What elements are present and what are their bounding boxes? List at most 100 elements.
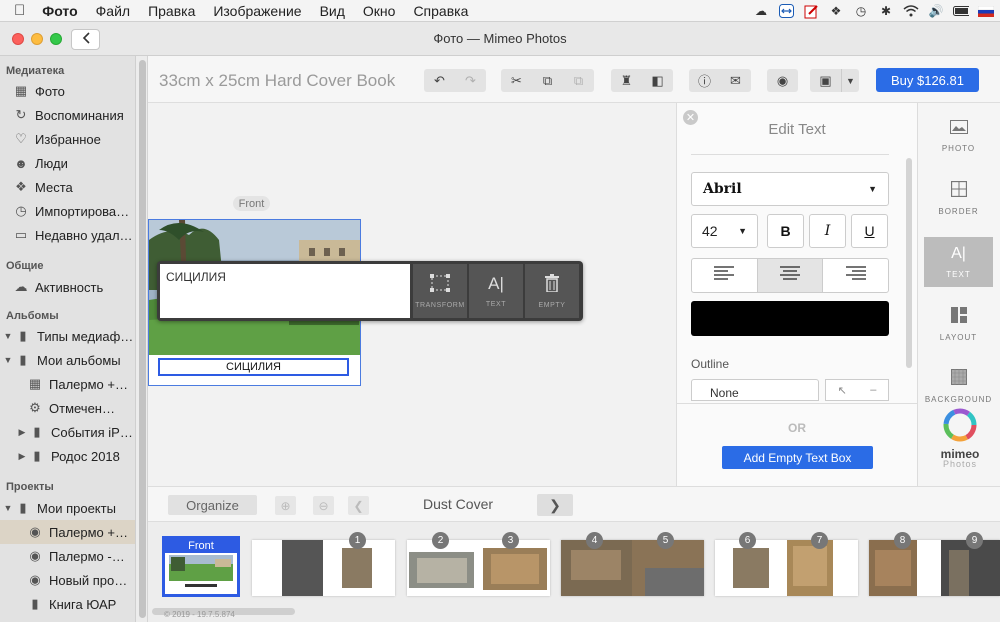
sidebar-item-label: Избранное	[35, 131, 101, 147]
thumbnail-spread-4[interactable]	[715, 540, 858, 596]
sidebar-item-recently-deleted[interactable]: ▭ Недавно удал…	[0, 223, 135, 247]
apple-menu-icon[interactable]: 	[0, 2, 33, 19]
sidebar-item-activity[interactable]: ☁ Активность	[0, 275, 135, 299]
add-empty-text-box-button[interactable]: Add Empty Text Box	[722, 446, 873, 469]
sidebar-scroll-thumb[interactable]	[139, 60, 146, 618]
caption-text-input[interactable]: СИЦИЛИЯ	[160, 264, 410, 318]
menu-edit[interactable]: Правка	[139, 3, 204, 19]
sidebar-item-photos[interactable]: ▦ Фото	[0, 79, 135, 103]
sidebar-item-rhodes[interactable]: ▶ ▮ Родос 2018	[0, 444, 135, 468]
sidebar-item-events[interactable]: ▶ ▮ События iP…	[0, 420, 135, 444]
undo-icon[interactable]: ↶	[424, 69, 455, 92]
thumbnail-front[interactable]: Front	[162, 536, 240, 597]
sidebar-item-imports[interactable]: ◷ Импортирова…	[0, 199, 135, 223]
thumbnail-spread-1[interactable]	[252, 540, 395, 596]
creative-cloud-icon[interactable]: ☁	[753, 4, 769, 18]
thumbnail-image	[715, 540, 858, 596]
thumbnail-spread-3[interactable]	[561, 540, 704, 596]
comment-icon[interactable]: ✉	[720, 69, 751, 92]
italic-button[interactable]: I	[809, 214, 846, 248]
align-center-button[interactable]	[757, 259, 824, 292]
sidebar-item-project-new[interactable]: ◉ Новый про…	[0, 568, 135, 592]
transform-button[interactable]: TRANSFORM	[413, 264, 467, 318]
bluetooth-icon[interactable]: ✱	[878, 4, 894, 18]
sidebar-item-people[interactable]: ☻ Люди	[0, 151, 135, 175]
mimeo-logo-icon	[943, 408, 977, 445]
empty-button[interactable]: EMPTY	[525, 264, 579, 318]
buy-button[interactable]: Buy $126.81	[876, 68, 979, 92]
wifi-icon[interactable]	[903, 4, 919, 18]
cover-caption-textbox[interactable]: СИЦИЛИЯ	[158, 358, 349, 376]
underline-button[interactable]: U	[851, 214, 888, 248]
menu-file[interactable]: Файл	[87, 3, 139, 19]
prev-page-button[interactable]: ❮	[348, 496, 369, 515]
menu-window[interactable]: Окно	[354, 3, 405, 19]
disclosure-down-icon[interactable]: ▼	[2, 331, 14, 341]
copy-icon[interactable]: ⧉	[532, 69, 563, 92]
flag-ru-icon[interactable]	[978, 4, 994, 18]
outline-options-button[interactable]: ↖ –	[825, 379, 889, 401]
photos-library-icon: ▦	[14, 83, 28, 98]
panel-scrollbar[interactable]	[906, 158, 912, 368]
font-select[interactable]: Abril ▼	[691, 172, 889, 206]
sidebar-item-album-palermo[interactable]: ▦ Палермо +…	[0, 372, 135, 396]
sidebar-item-media-types[interactable]: ▼ ▮ Типы медиаф…	[0, 324, 135, 348]
preview-eye-icon[interactable]: ◉	[767, 69, 798, 92]
thumbnail-spread-5[interactable]	[869, 540, 1000, 596]
or-label: OR	[788, 421, 806, 435]
menu-photos[interactable]: Фото	[33, 3, 86, 19]
layout-tool[interactable]: LAYOUT	[924, 299, 993, 349]
disclosure-down-icon[interactable]: ▼	[2, 503, 14, 513]
text-button[interactable]: A| TEXT	[469, 264, 523, 318]
add-page-button[interactable]: ⊕	[275, 496, 296, 515]
sidebar-item-project-palermo-plus[interactable]: ◉ Палермо +…	[0, 520, 135, 544]
remove-page-button[interactable]: ⊖	[313, 496, 334, 515]
sidebar-item-album-marked[interactable]: ⚙ Отмечен…	[0, 396, 135, 420]
menu-help[interactable]: Справка	[404, 3, 477, 19]
align-right-icon	[845, 266, 866, 285]
background-tool[interactable]: BACKGROUND	[924, 361, 993, 411]
sidebar-scrollbar[interactable]	[137, 56, 148, 622]
save-dropdown-icon[interactable]: ▼	[841, 69, 859, 92]
organize-button[interactable]: Organize	[168, 495, 257, 515]
heart-icon: ♡	[15, 131, 27, 146]
thumbnail-spread-2[interactable]	[407, 540, 550, 596]
dropbox-icon[interactable]: ❖	[828, 4, 844, 18]
disclosure-right-icon[interactable]: ▶	[16, 427, 28, 438]
bold-button[interactable]: B	[767, 214, 804, 248]
sidebar-item-label: Импортирова…	[35, 203, 130, 219]
teamviewer-icon[interactable]	[778, 4, 794, 18]
info-icon[interactable]: ⓘ	[689, 69, 720, 92]
disclosure-right-icon[interactable]: ▶	[16, 451, 28, 462]
sidebar-item-memories[interactable]: ↻ Воспоминания	[0, 103, 135, 127]
page-number-badge: 7	[811, 532, 828, 549]
brush-icon[interactable]: ♜	[611, 69, 642, 92]
sidebar-item-places[interactable]: ❖ Места	[0, 175, 135, 199]
align-right-button[interactable]	[823, 259, 888, 292]
battery-icon[interactable]	[953, 4, 969, 18]
menu-view[interactable]: Вид	[311, 3, 354, 19]
text-tool[interactable]: A| TEXT	[924, 237, 993, 287]
save-icon[interactable]: ▣	[810, 69, 841, 92]
cut-icon[interactable]: ✂	[501, 69, 532, 92]
time-machine-icon[interactable]: ◷	[853, 4, 869, 18]
sidebar-item-project-palermo-minus[interactable]: ◉ Палермо -…	[0, 544, 135, 568]
font-size-select[interactable]: 42 ▼	[691, 214, 758, 248]
next-page-button[interactable]: ❯	[537, 494, 573, 516]
text-color-swatch[interactable]	[691, 301, 889, 336]
photo-tool[interactable]: PHOTO	[924, 111, 993, 161]
sidebar-item-project-book-rsa[interactable]: ▮ Книга ЮАР	[0, 592, 135, 616]
volume-icon[interactable]: 🔊	[928, 4, 944, 18]
disclosure-down-icon[interactable]: ▼	[2, 355, 14, 365]
sidebar-item-my-albums[interactable]: ▼ ▮ Мои альбомы	[0, 348, 135, 372]
menu-image[interactable]: Изображение	[204, 3, 310, 19]
paste-icon[interactable]: ⧉	[563, 69, 594, 92]
pen-icon[interactable]	[803, 4, 819, 18]
sidebar-item-my-projects[interactable]: ▼ ▮ Мои проекты	[0, 496, 135, 520]
border-tool[interactable]: BORDER	[924, 173, 993, 223]
sidebar-item-favorites[interactable]: ♡ Избранное	[0, 127, 135, 151]
align-left-button[interactable]	[692, 259, 758, 292]
redo-icon[interactable]: ↷	[455, 69, 486, 92]
book-spine-icon[interactable]: ◧	[642, 69, 673, 92]
outline-select[interactable]: None	[691, 379, 819, 401]
